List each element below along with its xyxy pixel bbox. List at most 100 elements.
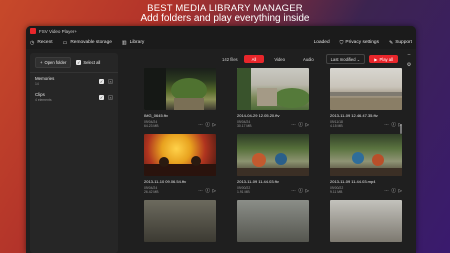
play-icon: ▶	[374, 56, 378, 62]
app-logo-icon	[30, 28, 36, 34]
tab-video[interactable]: Video	[266, 55, 293, 63]
checkbox-icon: ✓	[76, 60, 82, 65]
folder-name: Clips	[35, 92, 45, 97]
shield-icon: ⛉	[339, 39, 344, 46]
more-icon[interactable]: ⋯	[198, 122, 203, 128]
media-thumbnail[interactable]	[237, 68, 309, 110]
folder-item[interactable]: Clips 4 elements ✓ ×	[30, 89, 118, 105]
sort-dropdown[interactable]: Last modified ⌄	[325, 54, 366, 64]
media-thumbnail[interactable]	[144, 68, 216, 110]
nav-removable-label: Removable storage	[70, 40, 112, 45]
info-icon[interactable]: ⓘ	[205, 122, 210, 128]
filter-bar: 142 files All Video Audio Last modified …	[122, 54, 398, 64]
media-size: 4.15 MB	[330, 124, 343, 129]
folder-checkbox[interactable]: ✓	[99, 94, 104, 100]
play-icon[interactable]: ▷	[305, 188, 309, 194]
media-card[interactable]: 2013-11-09 12.46.47.35.ftv 09/11/18 4.15 …	[330, 68, 402, 128]
media-card[interactable]	[144, 200, 216, 242]
media-card[interactable]: IMG_0645.ftv 09/04/24 64.23 MB ⋯ ⓘ ▷	[144, 68, 216, 128]
media-card[interactable]: 2013-11-10 09.06.54.ftv 09/04/24 26.42 MB…	[144, 134, 216, 194]
more-icon[interactable]: ⋯	[384, 188, 389, 194]
media-name: 2013-11-09 11.44.03.mp4	[330, 179, 376, 184]
remove-folder-icon[interactable]: ×	[108, 78, 113, 84]
info-icon[interactable]: ⓘ	[298, 122, 303, 128]
recent-icon: ◷	[30, 39, 35, 46]
media-name: 2013-11-10 09.06.54.ftv	[144, 179, 187, 184]
media-thumbnail[interactable]	[330, 134, 402, 176]
support-button[interactable]: ✎ Support	[389, 40, 412, 46]
nav-library-label: Library	[129, 40, 145, 45]
folder-count: 14	[35, 82, 39, 86]
media-thumbnail[interactable]	[144, 200, 216, 242]
remove-folder-icon[interactable]: ×	[108, 94, 113, 100]
title-bar: FSV Video Player+	[26, 26, 416, 36]
play-icon[interactable]: ▷	[212, 188, 216, 194]
play-all-button[interactable]: ▶ Play all	[369, 55, 398, 63]
app-title: FSV Video Player+	[39, 28, 78, 34]
files-count: 142 files	[222, 56, 238, 62]
folder-sidebar: + Open folder ✓ Select all Memories 14 ✓…	[30, 53, 118, 253]
folder-count: 4 elements	[35, 98, 52, 102]
media-card[interactable]: 2014-04-29 12.05.20.ftv 09/04/24 30.17 MB…	[237, 68, 309, 128]
media-size: 9.11 MB	[330, 190, 343, 195]
more-icon[interactable]: ⋯	[291, 188, 296, 194]
more-icon[interactable]: ⋯	[198, 188, 203, 194]
support-label: Support	[395, 40, 412, 45]
info-icon[interactable]: ⓘ	[205, 188, 210, 194]
media-size: 26.42 MB	[144, 190, 159, 195]
select-all-label: Select all	[83, 60, 101, 65]
media-thumbnail[interactable]	[237, 200, 309, 242]
play-icon[interactable]: ▷	[398, 188, 402, 194]
play-icon[interactable]: ▷	[398, 122, 402, 128]
media-card[interactable]	[330, 200, 402, 242]
info-icon[interactable]: ⓘ	[391, 188, 396, 194]
media-name: 2014-04-29 12.05.20.ftv	[237, 113, 280, 118]
chevron-down-icon: ⌄	[356, 56, 361, 62]
tab-audio[interactable]: Audio	[295, 55, 322, 63]
top-nav: ◷ Recent ▭ Removable storage ▥ Library L…	[26, 36, 416, 49]
media-size: 30.17 MB	[237, 124, 252, 129]
more-icon[interactable]: ⋯	[384, 122, 389, 128]
media-name: 2013-11-09 12.46.47.35.ftv	[330, 113, 378, 118]
app-window: FSV Video Player+ ◷ Recent ▭ Removable s…	[26, 26, 416, 253]
select-all-checkbox[interactable]: ✓ Select all	[76, 60, 100, 65]
support-icon: ✎	[388, 39, 394, 46]
media-size: 1.91 MB	[237, 190, 250, 195]
media-thumbnail[interactable]	[237, 134, 309, 176]
library-icon: ▥	[121, 39, 127, 46]
open-folder-label: Open folder	[44, 60, 67, 65]
usb-icon: ▭	[62, 39, 68, 46]
info-icon[interactable]: ⓘ	[391, 122, 396, 128]
loaded-status: Loaded	[313, 40, 330, 45]
folder-checkbox[interactable]: ✓	[99, 78, 104, 84]
media-thumbnail[interactable]	[330, 200, 402, 242]
play-icon[interactable]: ▷	[305, 122, 309, 128]
promo-subtitle: Add folders and play everything inside	[140, 13, 310, 24]
minimize-icon[interactable]: –	[408, 52, 411, 58]
privacy-settings-button[interactable]: ⛉ Privacy settings	[340, 40, 379, 46]
media-thumbnail[interactable]	[144, 134, 216, 176]
media-card[interactable]: 2013-11-09 11.44.03.ftv 09/00/22 1.91 MB …	[237, 134, 309, 194]
play-icon[interactable]: ▷	[212, 122, 216, 128]
nav-removable-storage[interactable]: ▭ Removable storage	[63, 40, 112, 46]
plus-icon: +	[40, 60, 43, 65]
open-folder-button[interactable]: + Open folder	[35, 57, 72, 68]
privacy-label: Privacy settings	[345, 40, 379, 45]
nav-library[interactable]: ▥ Library	[122, 40, 144, 46]
play-all-label: Play all	[379, 56, 394, 62]
tab-all[interactable]: All	[243, 55, 265, 63]
media-name: 2013-11-09 11.44.03.ftv	[237, 179, 279, 184]
settings-icon[interactable]: ⚙	[407, 62, 411, 68]
folder-item[interactable]: Memories 14 ✓ ×	[30, 73, 118, 89]
side-toolbar: – ⚙	[405, 52, 413, 72]
media-thumbnail[interactable]	[330, 68, 402, 110]
media-card[interactable]	[237, 200, 309, 242]
info-icon[interactable]: ⓘ	[298, 188, 303, 194]
nav-recent[interactable]: ◷ Recent	[30, 40, 53, 46]
more-icon[interactable]: ⋯	[291, 122, 296, 128]
media-card[interactable]: 2013-11-09 11.44.03.mp4 09/00/22 9.11 MB …	[330, 134, 402, 194]
media-name: IMG_0645.ftv	[144, 113, 169, 118]
folder-name: Memories	[35, 76, 55, 81]
nav-recent-label: Recent	[37, 40, 53, 45]
sort-label: Last modified	[330, 56, 356, 62]
